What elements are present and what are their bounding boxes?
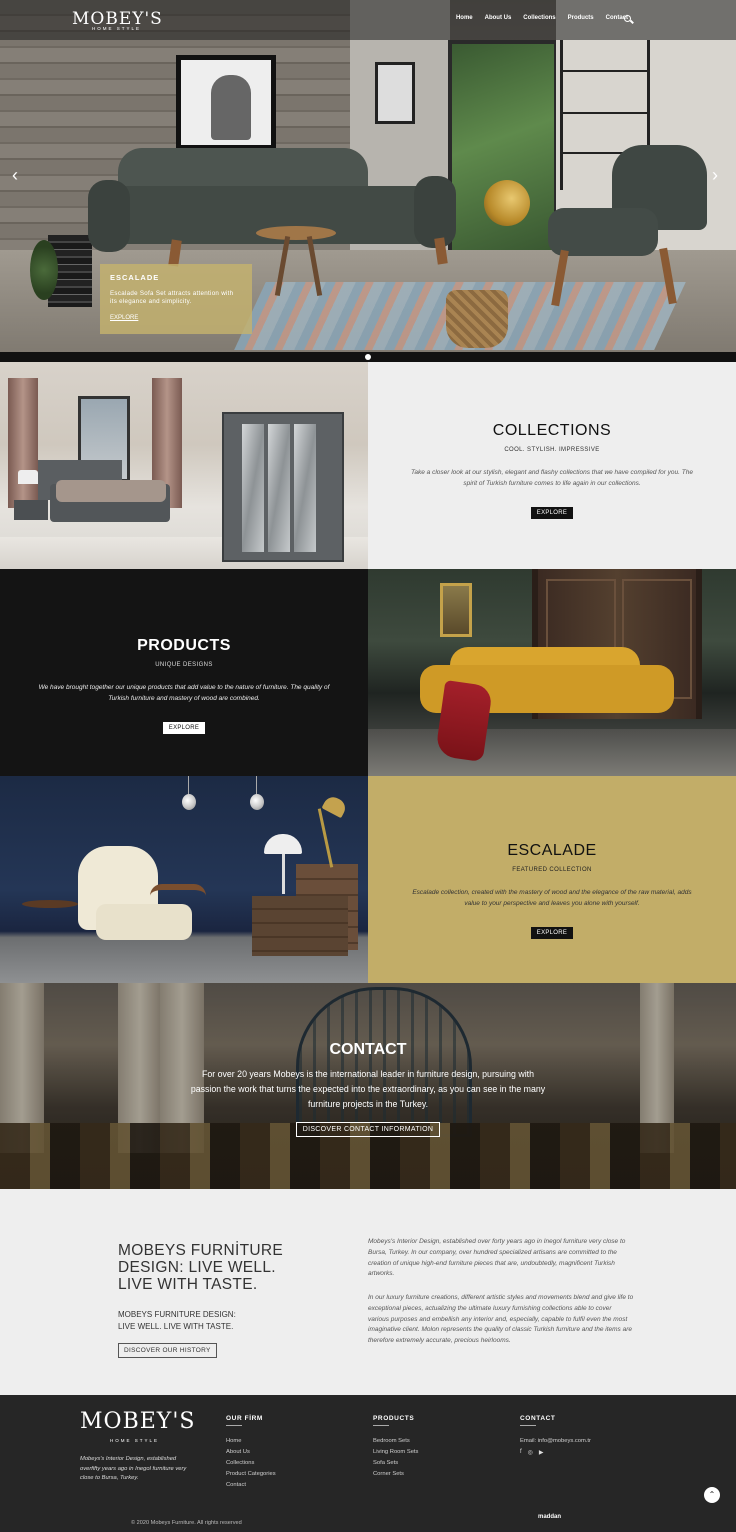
agency-credit[interactable]: maddan: [538, 1514, 561, 1520]
products-subtitle: UNIQUE DESIGNS: [155, 662, 213, 668]
social-links: f ◎ ▶: [520, 1449, 591, 1456]
instagram-icon[interactable]: ◎: [528, 1449, 533, 1456]
facebook-icon[interactable]: f: [520, 1449, 522, 1456]
footer-firm-title: OUR FİRM: [226, 1415, 276, 1426]
footer-products-title: PRODUCTS: [373, 1415, 418, 1426]
footer-contact-title: CONTACT: [520, 1415, 591, 1426]
wooden-chest: [252, 896, 348, 956]
armchair-image: [0, 776, 368, 983]
footer-link-bedroom-sets[interactable]: Bedroom Sets: [373, 1438, 418, 1444]
slider-next-arrow-icon[interactable]: ›: [712, 166, 718, 184]
footer-link-collections[interactable]: Collections: [226, 1460, 276, 1466]
side-table: [256, 226, 336, 240]
escalade-subtitle: FEATURED COLLECTION: [512, 867, 592, 873]
nav-home[interactable]: Home: [456, 15, 473, 21]
top-navbar: MOBEY'S HOME STYLE Home About Us Collect…: [0, 0, 736, 40]
slider-dot[interactable]: [365, 354, 371, 360]
footer-firm-column: OUR FİRM Home About Us Collections Produ…: [226, 1415, 276, 1493]
collections-section: COLLECTIONS COOL. STYLISH. IMPRESSIVE Ta…: [0, 362, 736, 569]
collections-subtitle: COOL. STYLISH. IMPRESSIVE: [504, 447, 600, 453]
caption-explore-link[interactable]: EXPLORE: [110, 315, 138, 321]
footer-contact-column: CONTACT Email: info@mobeys.com.tr f ◎ ▶: [520, 1415, 591, 1456]
about-headline: MOBEYS FURNİTURE DESIGN: LIVE WELL. LIVE…: [118, 1242, 283, 1293]
footer: MOBEY'S HOME STYLE Mobeys's Interior Des…: [0, 1395, 736, 1532]
footer-logo-subtitle: HOME STYLE: [110, 1438, 160, 1443]
collections-description: Take a closer look at our stylish, elega…: [411, 469, 693, 487]
footer-products-column: PRODUCTS Bedroom Sets Living Room Sets S…: [373, 1415, 418, 1482]
hero-slider: MOBEY'S HOME STYLE Home About Us Collect…: [0, 0, 736, 362]
footer-link-product-categories[interactable]: Product Categories: [226, 1471, 276, 1477]
products-explore-button[interactable]: EXPLORE: [162, 722, 206, 734]
footer-link-corner-sets[interactable]: Corner Sets: [373, 1471, 418, 1477]
slider-prev-arrow-icon[interactable]: ‹: [12, 166, 18, 184]
plant: [30, 240, 58, 300]
footer-about: Mobeys's Interior Design, established ov…: [80, 1456, 187, 1481]
bedroom-image: [0, 362, 368, 569]
nav-collections[interactable]: Collections: [523, 15, 555, 21]
logo-subtitle: HOME STYLE: [92, 26, 142, 31]
about-paragraph-1: Mobeys's Interior Design, established ov…: [368, 1238, 626, 1278]
scroll-to-top-icon[interactable]: ⌃: [704, 1487, 720, 1503]
caption-text: Escalade Sofa Set attracts attention wit…: [110, 290, 234, 305]
painting: [440, 583, 472, 637]
footer-link-about[interactable]: About Us: [226, 1449, 276, 1455]
collections-panel: COLLECTIONS COOL. STYLISH. IMPRESSIVE Ta…: [368, 362, 736, 569]
desk-lamp: [306, 793, 349, 868]
nav-products[interactable]: Products: [568, 15, 594, 21]
search-icon[interactable]: [624, 15, 631, 22]
main-nav: Home About Us Collections Products Conta…: [456, 15, 628, 21]
nav-about-us[interactable]: About Us: [485, 15, 512, 21]
contact-section: CONTACT For over 20 years Mobeys is the …: [0, 983, 736, 1189]
products-panel: PRODUCTS UNIQUE DESIGNS We have brought …: [0, 569, 368, 776]
escalade-explore-button[interactable]: EXPLORE: [530, 927, 574, 939]
contact-text: For over 20 years Mobeys is the internat…: [190, 1069, 546, 1109]
wall-photo: [176, 55, 276, 150]
footer-link-contact[interactable]: Contact: [226, 1482, 276, 1488]
footer-link-living-room-sets[interactable]: Living Room Sets: [373, 1449, 418, 1455]
living-room-image: [368, 569, 736, 776]
footer-link-home[interactable]: Home: [226, 1438, 276, 1444]
slide-caption: ESCALADE Escalade Sofa Set attracts atte…: [100, 264, 252, 334]
copyright: © 2020 Mobeys Furniture. All rights rese…: [131, 1520, 242, 1526]
footer-logo[interactable]: MOBEY'S: [80, 1409, 195, 1434]
escalade-section: ESCALADE FEATURED COLLECTION Escalade co…: [0, 776, 736, 983]
discover-contact-button[interactable]: DISCOVER CONTACT INFORMATION: [295, 1122, 441, 1137]
wardrobe: [222, 412, 344, 562]
about-section: MOBEYS FURNİTURE DESIGN: LIVE WELL. LIVE…: [0, 1189, 736, 1395]
discover-history-button[interactable]: DISCOVER OUR HISTORY: [118, 1343, 217, 1358]
collections-title: COLLECTIONS: [492, 422, 612, 439]
escalade-description: Escalade collection, created with the ma…: [412, 889, 692, 907]
products-title: PRODUCTS: [137, 637, 231, 654]
gramophone: [484, 180, 530, 226]
caption-title: ESCALADE: [110, 273, 160, 282]
footer-link-sofa-sets[interactable]: Sofa Sets: [373, 1460, 418, 1466]
about-paragraph-2: In our luxury furniture creations, diffe…: [368, 1294, 634, 1345]
about-tagline: MOBEYS FURNITURE DESIGN: LIVE WELL. LIVE…: [118, 1310, 236, 1331]
products-section: PRODUCTS UNIQUE DESIGNS We have brought …: [0, 569, 736, 776]
wall-poster: [375, 62, 415, 124]
escalade-title: ESCALADE: [507, 842, 597, 859]
footer-email[interactable]: Email: info@mobeys.com.tr: [520, 1438, 591, 1444]
basket: [446, 290, 508, 348]
collections-explore-button[interactable]: EXPLORE: [530, 507, 574, 519]
escalade-panel: ESCALADE FEATURED COLLECTION Escalade co…: [368, 776, 736, 983]
products-description: We have brought together our unique prod…: [38, 684, 330, 702]
contact-title: CONTACT: [329, 1041, 407, 1058]
youtube-icon[interactable]: ▶: [539, 1449, 544, 1456]
